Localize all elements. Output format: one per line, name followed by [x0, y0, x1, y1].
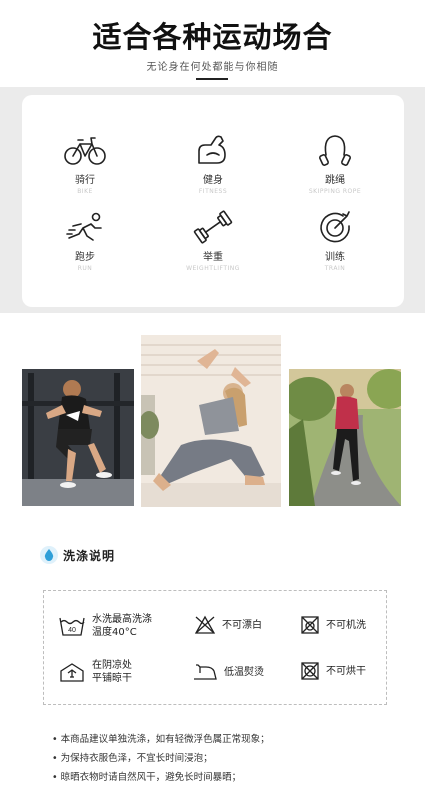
gym-squat-photo — [22, 369, 134, 506]
activity-run: 跑步 RUN — [30, 210, 140, 272]
activity-label-en: WEIGHTLIFTING — [186, 265, 240, 272]
activity-label-en: FITNESS — [198, 188, 228, 195]
care-title: 洗涤说明 — [63, 548, 116, 563]
care-item-iron: 低温熨烫 — [192, 663, 264, 681]
activity-label: 骑行 — [75, 175, 95, 186]
care-label: 低温熨烫 — [224, 666, 264, 678]
care-heading: 洗涤说明 — [40, 546, 115, 564]
care-item-wash: 40 水洗最高洗涤 温度40°C — [58, 613, 152, 639]
yoga-pose-photo — [141, 335, 281, 507]
care-label: 不可烘干 — [326, 665, 366, 677]
activity-label: 举重 — [203, 252, 223, 263]
care-label: 不可机洗 — [326, 619, 366, 631]
line-dry-shade-icon — [60, 663, 84, 682]
dumbbell-icon — [193, 210, 233, 244]
title-underline — [196, 78, 228, 80]
activity-label: 跳绳 — [325, 175, 345, 186]
care-note: • 本商品建议单独洗涤，如有轻微浮色属正常现象； — [52, 734, 270, 745]
care-note: • 为保持衣服色泽，不宜长时间浸泡； — [52, 753, 213, 764]
activity-train: 训练 TRAIN — [280, 210, 390, 272]
target-icon — [320, 211, 350, 243]
care-instructions-box: 40 水洗最高洗涤 温度40°C 不可漂白 不可机洗 在阴凉处平铺晾干 低温熨烫 — [43, 590, 387, 705]
activity-label-en: SKIPPING ROPE — [308, 188, 362, 195]
wash-40-icon: 40 — [59, 617, 85, 636]
care-item-tumble: 不可烘干 — [300, 661, 366, 681]
water-drop-icon — [40, 546, 58, 564]
activity-skipping: 跳绳 SKIPPING ROPE — [280, 133, 390, 195]
no-machine-wash-icon — [301, 616, 319, 634]
activity-label-en: RUN — [77, 265, 93, 272]
activity-bike: 骑行 BIKE — [30, 133, 140, 195]
care-label: 温度40°C — [92, 627, 137, 638]
outdoor-run-photo — [289, 369, 401, 506]
activity-label-en: BIKE — [77, 188, 93, 195]
care-label: 在阴凉处 — [92, 660, 132, 671]
care-item-machine: 不可机洗 — [300, 615, 366, 635]
activity-label: 跑步 — [75, 252, 95, 263]
page-title: 适合各种运动场合 — [92, 20, 333, 54]
care-label: 平铺晾干 — [92, 673, 132, 684]
low-iron-icon — [194, 664, 217, 680]
bicycle-icon — [64, 137, 106, 165]
care-note: • 晾晒衣物时请自然风干，避免长时间暴晒； — [52, 772, 242, 783]
no-bleach-icon — [194, 615, 216, 634]
flexed-arm-icon — [198, 135, 226, 164]
svg-text:40: 40 — [68, 627, 76, 634]
activity-label: 健身 — [203, 175, 223, 186]
care-notes: • 本商品建议单独洗涤，如有轻微浮色属正常现象； • 为保持衣服色泽，不宜长时间… — [52, 730, 270, 787]
care-label: 水洗最高洗涤 — [92, 614, 152, 625]
activity-label: 训练 — [325, 252, 345, 263]
no-tumble-dry-icon — [301, 662, 319, 680]
page-subtitle: 无论身在何处都能与你相随 — [146, 62, 279, 73]
activity-fitness: 健身 FITNESS — [158, 133, 268, 195]
care-item-bleach: 不可漂白 — [194, 615, 262, 635]
activity-label-en: TRAIN — [324, 265, 346, 272]
jump-rope-icon — [319, 135, 351, 166]
activity-card — [22, 95, 404, 307]
care-label: 不可漂白 — [222, 619, 262, 631]
activity-weightlifting: 举重 WEIGHTLIFTING — [158, 210, 268, 272]
running-icon — [66, 212, 102, 241]
care-item-dry-shade: 在阴凉处 平铺晾干 — [58, 659, 132, 685]
